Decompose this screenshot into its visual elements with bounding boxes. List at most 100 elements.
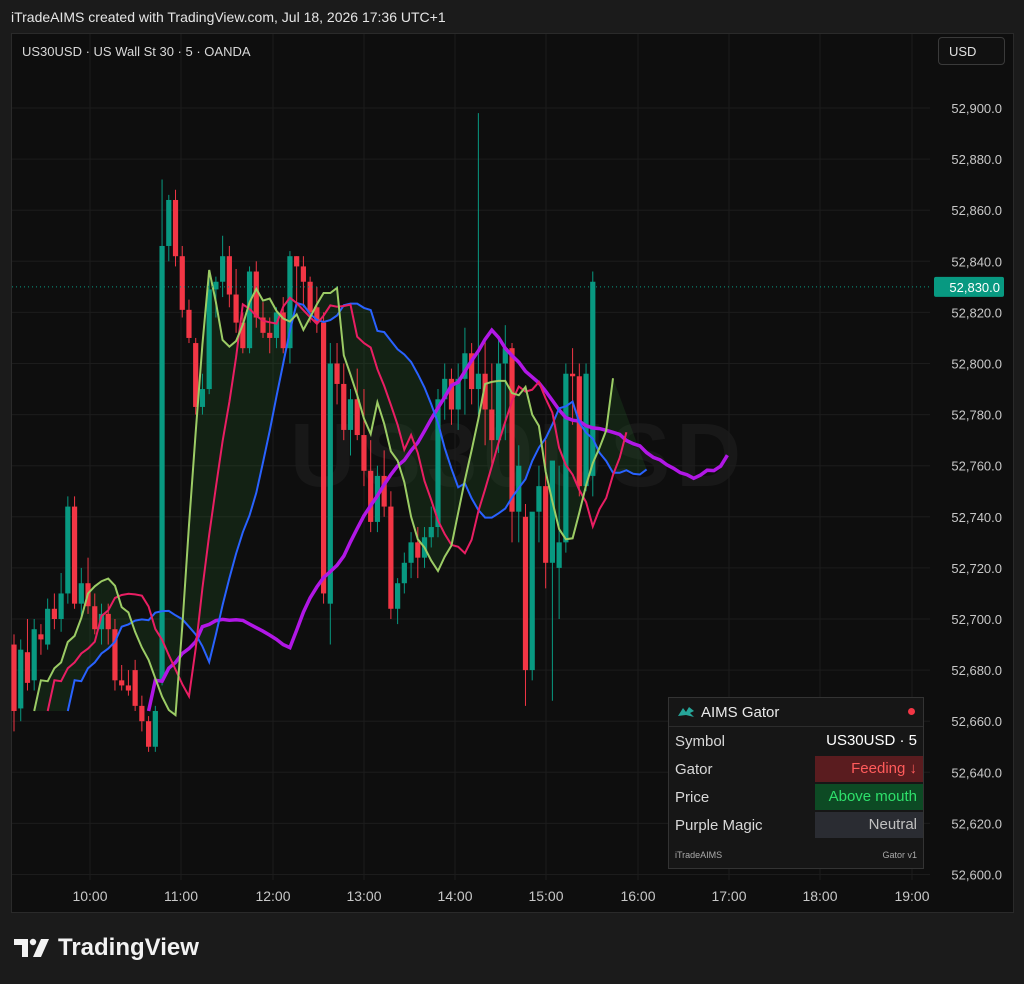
- panel-row-purple-magic: Purple Magic Neutral: [669, 811, 923, 839]
- candle-body: [408, 542, 414, 563]
- tradingview-logo-icon: [14, 938, 49, 957]
- price-tick-label: 52,700.0: [951, 612, 1002, 627]
- time-tick-label: 10:00: [72, 888, 107, 904]
- panel-title: AIMS Gator: [701, 703, 780, 721]
- candle-body: [159, 245, 165, 681]
- candle-body: [125, 685, 132, 691]
- price-tick-label: 52,900.0: [951, 101, 1002, 116]
- currency-button[interactable]: USD: [938, 37, 1005, 65]
- candle-body: [267, 332, 273, 338]
- candle-body: [51, 608, 57, 619]
- candle-body: [18, 649, 24, 709]
- candle-body: [213, 281, 219, 290]
- footer-version: Gator v1: [882, 850, 917, 860]
- candle-body: [536, 486, 542, 512]
- candle-body: [569, 373, 576, 377]
- candle-body: [65, 506, 71, 594]
- candle-body: [428, 527, 434, 538]
- candle-body: [166, 199, 172, 246]
- candle-body: [45, 608, 51, 645]
- row-label: Price: [675, 788, 710, 806]
- row-label: Purple Magic: [675, 816, 763, 834]
- candle-body: [186, 309, 192, 338]
- time-tick-label: 13:00: [346, 888, 381, 904]
- time-tick-label: 16:00: [620, 888, 655, 904]
- candle-body: [368, 470, 374, 522]
- candle-body: [294, 256, 300, 267]
- candle-body: [341, 383, 347, 430]
- current-price-label: 52,830.0: [949, 280, 1000, 295]
- candle-body: [590, 281, 596, 476]
- gator-icon: [678, 707, 694, 717]
- candle-body: [24, 652, 31, 683]
- candle-body: [206, 289, 212, 390]
- price-tick-label: 52,840.0: [951, 254, 1002, 269]
- candle-body: [139, 705, 145, 722]
- candle-body: [489, 409, 495, 441]
- price-tick-label: 52,640.0: [951, 765, 1002, 780]
- candle-body: [132, 670, 138, 706]
- symbol-info[interactable]: US30USD · US Wall St 30 · 5 · OANDA: [22, 44, 251, 59]
- candle-body: [179, 256, 185, 310]
- panel-row-price: Price Above mouth: [669, 783, 923, 811]
- price-tick-label: 52,720.0: [951, 561, 1002, 576]
- candle-body: [320, 322, 327, 594]
- candle-body: [415, 542, 421, 558]
- candle-body: [71, 506, 78, 604]
- panel-footer: iTradeAIMS Gator v1: [675, 850, 917, 860]
- price-tick-label: 52,880.0: [951, 152, 1002, 167]
- candle-body: [220, 256, 226, 282]
- candle-body: [31, 629, 37, 681]
- tradingview-logo[interactable]: TradingView: [14, 934, 199, 962]
- price-tick-label: 52,740.0: [951, 510, 1002, 525]
- candle-body: [361, 435, 367, 471]
- candle-body: [529, 511, 535, 671]
- price-tick-label: 52,820.0: [951, 305, 1002, 320]
- candle-body: [226, 256, 232, 295]
- row-value: Feeding ↓: [815, 756, 923, 782]
- row-value: Above mouth: [815, 784, 923, 810]
- price-tick-label: 52,620.0: [951, 816, 1002, 831]
- candle-body: [401, 562, 407, 584]
- time-tick-label: 12:00: [255, 888, 290, 904]
- candle-body: [146, 721, 152, 747]
- candle-body: [395, 583, 401, 609]
- panel-row-symbol: Symbol US30USD · 5: [669, 727, 923, 755]
- row-value: Neutral: [815, 812, 923, 838]
- time-tick-label: 18:00: [802, 888, 837, 904]
- candle-body: [347, 399, 354, 430]
- price-tick-label: 52,800.0: [951, 357, 1002, 372]
- candle-body: [522, 516, 529, 671]
- time-tick-label: 11:00: [164, 888, 198, 904]
- time-tick-label: 19:00: [894, 888, 929, 904]
- candle-body: [307, 281, 313, 313]
- candle-body: [556, 542, 562, 568]
- time-tick-label: 17:00: [711, 888, 746, 904]
- row-label: Gator: [675, 760, 713, 778]
- candle-body: [543, 486, 549, 563]
- row-value: US30USD · 5: [826, 732, 917, 749]
- time-tick-label: 15:00: [528, 888, 563, 904]
- candle-body: [78, 583, 84, 604]
- panel-row-gator: Gator Feeding ↓: [669, 755, 923, 783]
- footer-author: iTradeAIMS: [675, 850, 723, 860]
- tradingview-wordmark: TradingView: [58, 934, 199, 961]
- candle-body: [152, 710, 158, 747]
- time-axis: 10:00 11:00 12:00 13:00 14:00 15:00 16:00 17:00…: [72, 888, 929, 904]
- price-tick-label: 52,600.0: [951, 868, 1002, 883]
- candle-body: [334, 363, 340, 384]
- row-label: Symbol: [675, 732, 726, 750]
- candle-body: [495, 363, 502, 441]
- candle-body: [233, 294, 239, 323]
- price-tick-label: 52,760.0: [951, 459, 1002, 474]
- aims-gator-panel: AIMS Gator Symbol US30USD · 5 Gator Feed…: [668, 697, 924, 869]
- candle-body: [172, 199, 179, 257]
- candle-body: [38, 634, 44, 640]
- status-dot-icon: [908, 708, 915, 715]
- candle-body: [58, 593, 64, 619]
- candle-body: [105, 613, 111, 630]
- candle-body: [509, 348, 515, 512]
- price-tick-label: 52,780.0: [951, 408, 1002, 423]
- price-tick-label: 52,660.0: [951, 714, 1002, 729]
- candle-body: [300, 266, 306, 282]
